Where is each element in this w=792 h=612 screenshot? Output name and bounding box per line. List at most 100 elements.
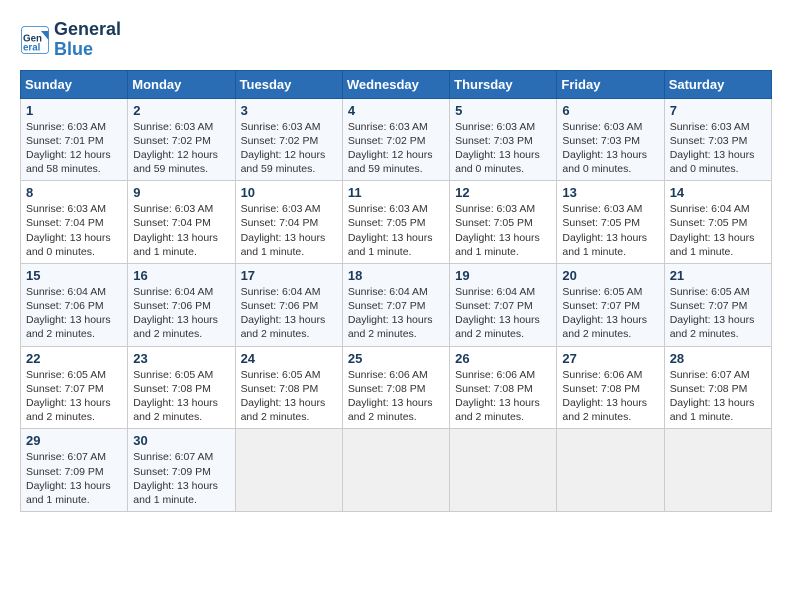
col-header-saturday: Saturday: [664, 70, 771, 98]
logo-text: General Blue: [54, 20, 121, 60]
day-cell-14: 14 Sunrise: 6:04 AM Sunset: 7:05 PM Dayli…: [664, 181, 771, 264]
day-info: Sunrise: 6:07 AM Sunset: 7:09 PM Dayligh…: [26, 450, 122, 507]
day-cell-29: 29 Sunrise: 6:07 AM Sunset: 7:09 PM Dayli…: [21, 429, 128, 512]
day-number: 20: [562, 268, 658, 283]
day-number: 4: [348, 103, 444, 118]
week-row-3: 15 Sunrise: 6:04 AM Sunset: 7:06 PM Dayli…: [21, 263, 772, 346]
day-info: Sunrise: 6:04 AM Sunset: 7:06 PM Dayligh…: [133, 285, 229, 342]
day-cell-25: 25 Sunrise: 6:06 AM Sunset: 7:08 PM Dayli…: [342, 346, 449, 429]
week-row-4: 22 Sunrise: 6:05 AM Sunset: 7:07 PM Dayli…: [21, 346, 772, 429]
day-cell-7: 7 Sunrise: 6:03 AM Sunset: 7:03 PM Daylig…: [664, 98, 771, 181]
day-cell-22: 22 Sunrise: 6:05 AM Sunset: 7:07 PM Dayli…: [21, 346, 128, 429]
week-row-1: 1 Sunrise: 6:03 AM Sunset: 7:01 PM Daylig…: [21, 98, 772, 181]
day-info: Sunrise: 6:03 AM Sunset: 7:02 PM Dayligh…: [133, 120, 229, 177]
day-info: Sunrise: 6:05 AM Sunset: 7:08 PM Dayligh…: [133, 368, 229, 425]
day-info: Sunrise: 6:06 AM Sunset: 7:08 PM Dayligh…: [455, 368, 551, 425]
day-number: 19: [455, 268, 551, 283]
day-cell-10: 10 Sunrise: 6:03 AM Sunset: 7:04 PM Dayli…: [235, 181, 342, 264]
day-cell-24: 24 Sunrise: 6:05 AM Sunset: 7:08 PM Dayli…: [235, 346, 342, 429]
col-header-tuesday: Tuesday: [235, 70, 342, 98]
day-info: Sunrise: 6:03 AM Sunset: 7:04 PM Dayligh…: [133, 202, 229, 259]
day-number: 15: [26, 268, 122, 283]
empty-cell: [450, 429, 557, 512]
day-cell-5: 5Sunrise: 6:03 AM Sunset: 7:03 PM Daylig…: [450, 98, 557, 181]
day-info: Sunrise: 6:03 AM Sunset: 7:04 PM Dayligh…: [26, 202, 122, 259]
day-cell-19: 19 Sunrise: 6:04 AM Sunset: 7:07 PM Dayli…: [450, 263, 557, 346]
day-info: Sunrise: 6:04 AM Sunset: 7:07 PM Dayligh…: [455, 285, 551, 342]
day-number: 22: [26, 351, 122, 366]
day-info: Sunrise: 6:04 AM Sunset: 7:05 PM Dayligh…: [670, 202, 766, 259]
day-info: Sunrise: 6:03 AM Sunset: 7:05 PM Dayligh…: [562, 202, 658, 259]
empty-cell: [664, 429, 771, 512]
day-number: 1: [26, 103, 122, 118]
day-info: Sunrise: 6:05 AM Sunset: 7:07 PM Dayligh…: [562, 285, 658, 342]
day-cell-28: 28 Sunrise: 6:07 AM Sunset: 7:08 PM Dayli…: [664, 346, 771, 429]
day-info: Sunrise: 6:07 AM Sunset: 7:08 PM Dayligh…: [670, 368, 766, 425]
day-number: 3: [241, 103, 337, 118]
calendar-table: SundayMondayTuesdayWednesdayThursdayFrid…: [20, 70, 772, 512]
day-cell-21: 21Sunrise: 6:05 AM Sunset: 7:07 PM Dayli…: [664, 263, 771, 346]
day-info: Sunrise: 6:03 AM Sunset: 7:02 PM Dayligh…: [241, 120, 337, 177]
day-cell-1: 1 Sunrise: 6:03 AM Sunset: 7:01 PM Daylig…: [21, 98, 128, 181]
day-number: 17: [241, 268, 337, 283]
day-info: Sunrise: 6:03 AM Sunset: 7:05 PM Dayligh…: [455, 202, 551, 259]
day-cell-2: 2Sunrise: 6:03 AM Sunset: 7:02 PM Daylig…: [128, 98, 235, 181]
day-cell-11: 11Sunrise: 6:03 AM Sunset: 7:05 PM Dayli…: [342, 181, 449, 264]
day-cell-13: 13 Sunrise: 6:03 AM Sunset: 7:05 PM Dayli…: [557, 181, 664, 264]
day-number: 18: [348, 268, 444, 283]
day-number: 14: [670, 185, 766, 200]
day-info: Sunrise: 6:03 AM Sunset: 7:05 PM Dayligh…: [348, 202, 444, 259]
day-cell-18: 18 Sunrise: 6:04 AM Sunset: 7:07 PM Dayli…: [342, 263, 449, 346]
col-header-sunday: Sunday: [21, 70, 128, 98]
day-cell-16: 16 Sunrise: 6:04 AM Sunset: 7:06 PM Dayli…: [128, 263, 235, 346]
day-number: 25: [348, 351, 444, 366]
day-info: Sunrise: 6:05 AM Sunset: 7:07 PM Dayligh…: [26, 368, 122, 425]
day-cell-12: 12 Sunrise: 6:03 AM Sunset: 7:05 PM Dayli…: [450, 181, 557, 264]
day-info: Sunrise: 6:04 AM Sunset: 7:07 PM Dayligh…: [348, 285, 444, 342]
day-info: Sunrise: 6:03 AM Sunset: 7:03 PM Dayligh…: [455, 120, 551, 177]
day-cell-17: 17 Sunrise: 6:04 AM Sunset: 7:06 PM Dayli…: [235, 263, 342, 346]
day-cell-6: 6 Sunrise: 6:03 AM Sunset: 7:03 PM Daylig…: [557, 98, 664, 181]
day-number: 16: [133, 268, 229, 283]
day-number: 13: [562, 185, 658, 200]
day-number: 6: [562, 103, 658, 118]
empty-cell: [342, 429, 449, 512]
day-cell-27: 27Sunrise: 6:06 AM Sunset: 7:08 PM Dayli…: [557, 346, 664, 429]
day-cell-30: 30Sunrise: 6:07 AM Sunset: 7:09 PM Dayli…: [128, 429, 235, 512]
day-info: Sunrise: 6:06 AM Sunset: 7:08 PM Dayligh…: [348, 368, 444, 425]
day-number: 26: [455, 351, 551, 366]
day-number: 9: [133, 185, 229, 200]
day-number: 30: [133, 433, 229, 448]
day-cell-3: 3 Sunrise: 6:03 AM Sunset: 7:02 PM Daylig…: [235, 98, 342, 181]
day-number: 28: [670, 351, 766, 366]
day-info: Sunrise: 6:03 AM Sunset: 7:01 PM Dayligh…: [26, 120, 122, 177]
day-cell-4: 4 Sunrise: 6:03 AM Sunset: 7:02 PM Daylig…: [342, 98, 449, 181]
day-info: Sunrise: 6:03 AM Sunset: 7:04 PM Dayligh…: [241, 202, 337, 259]
day-info: Sunrise: 6:03 AM Sunset: 7:03 PM Dayligh…: [562, 120, 658, 177]
calendar-header: SundayMondayTuesdayWednesdayThursdayFrid…: [21, 70, 772, 98]
logo: Gen eral General Blue: [20, 20, 121, 60]
day-number: 24: [241, 351, 337, 366]
day-number: 8: [26, 185, 122, 200]
day-number: 7: [670, 103, 766, 118]
col-header-friday: Friday: [557, 70, 664, 98]
day-info: Sunrise: 6:05 AM Sunset: 7:07 PM Dayligh…: [670, 285, 766, 342]
calendar-body: 1 Sunrise: 6:03 AM Sunset: 7:01 PM Daylig…: [21, 98, 772, 511]
col-header-wednesday: Wednesday: [342, 70, 449, 98]
day-cell-8: 8 Sunrise: 6:03 AM Sunset: 7:04 PM Daylig…: [21, 181, 128, 264]
logo-icon: Gen eral: [20, 25, 50, 55]
day-info: Sunrise: 6:04 AM Sunset: 7:06 PM Dayligh…: [26, 285, 122, 342]
day-info: Sunrise: 6:04 AM Sunset: 7:06 PM Dayligh…: [241, 285, 337, 342]
day-cell-26: 26 Sunrise: 6:06 AM Sunset: 7:08 PM Dayli…: [450, 346, 557, 429]
day-number: 12: [455, 185, 551, 200]
day-number: 10: [241, 185, 337, 200]
day-cell-15: 15 Sunrise: 6:04 AM Sunset: 7:06 PM Dayli…: [21, 263, 128, 346]
empty-cell: [235, 429, 342, 512]
day-number: 29: [26, 433, 122, 448]
day-info: Sunrise: 6:05 AM Sunset: 7:08 PM Dayligh…: [241, 368, 337, 425]
day-info: Sunrise: 6:03 AM Sunset: 7:03 PM Dayligh…: [670, 120, 766, 177]
col-header-monday: Monday: [128, 70, 235, 98]
svg-text:eral: eral: [23, 42, 41, 53]
day-info: Sunrise: 6:03 AM Sunset: 7:02 PM Dayligh…: [348, 120, 444, 177]
week-row-5: 29 Sunrise: 6:07 AM Sunset: 7:09 PM Dayli…: [21, 429, 772, 512]
